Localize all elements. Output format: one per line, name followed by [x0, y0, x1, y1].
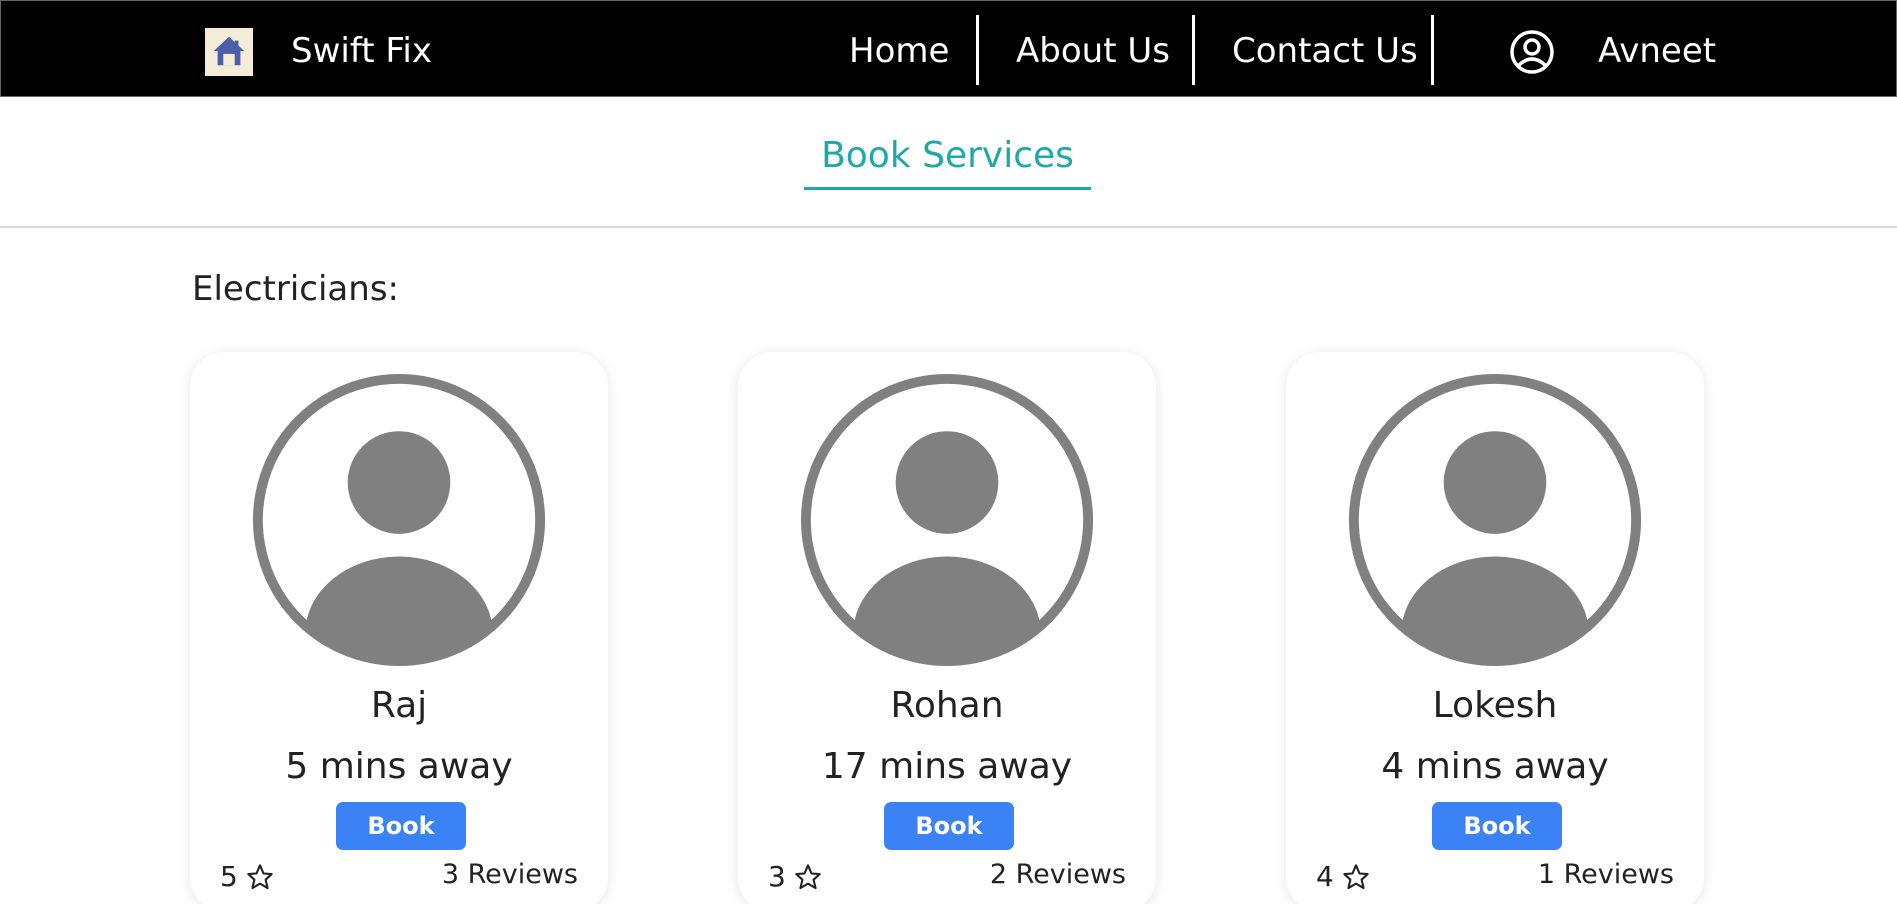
provider-card: Raj 5 mins away Book 5 3 Reviews — [190, 352, 608, 904]
provider-name: Lokesh — [1432, 685, 1558, 726]
provider-name: Rohan — [890, 685, 1004, 726]
house-logo-icon[interactable] — [205, 28, 253, 76]
provider-rating: 3 — [768, 859, 822, 895]
tab-book-services[interactable]: Book Services — [804, 134, 1091, 178]
rating-value: 5 — [220, 860, 238, 893]
section-divider — [0, 226, 1897, 228]
star-icon — [1343, 864, 1369, 890]
nav-link-contact-us[interactable]: Contact Us — [1232, 31, 1418, 71]
brand-name[interactable]: Swift Fix — [291, 31, 432, 71]
reviews-count[interactable]: 1 Reviews — [1538, 857, 1674, 893]
book-button[interactable]: Book — [884, 802, 1014, 850]
section-title: Electricians: — [192, 269, 399, 309]
provider-distance: 5 mins away — [285, 746, 513, 787]
nav-link-about-us[interactable]: About Us — [1016, 31, 1170, 71]
provider-name: Raj — [370, 685, 428, 726]
reviews-count[interactable]: 2 Reviews — [990, 857, 1126, 893]
star-icon — [247, 864, 273, 890]
provider-card: Rohan 17 mins away Book 3 2 Reviews — [738, 352, 1156, 904]
top-navbar: Swift Fix Home About Us Contact Us Avnee… — [0, 0, 1897, 97]
user-circle-icon[interactable] — [1509, 29, 1555, 75]
provider-distance: 17 mins away — [821, 746, 1073, 787]
avatar-placeholder-icon — [252, 373, 546, 667]
avatar-placeholder-icon — [1348, 373, 1642, 667]
star-icon — [795, 864, 821, 890]
provider-rating: 4 — [1316, 859, 1370, 895]
provider-distance: 4 mins away — [1381, 746, 1609, 787]
rating-value: 3 — [768, 860, 786, 893]
nav-link-home[interactable]: Home — [849, 31, 949, 71]
nav-separator — [1192, 15, 1195, 85]
reviews-count[interactable]: 3 Reviews — [442, 857, 578, 893]
rating-value: 4 — [1316, 860, 1334, 893]
tab-active-underline — [804, 187, 1091, 190]
nav-separator — [1431, 15, 1434, 85]
avatar-placeholder-icon — [800, 373, 1094, 667]
nav-separator — [976, 15, 979, 85]
user-name[interactable]: Avneet — [1598, 31, 1716, 71]
book-button[interactable]: Book — [336, 802, 466, 850]
provider-card: Lokesh 4 mins away Book 4 1 Reviews — [1286, 352, 1704, 904]
provider-rating: 5 — [220, 859, 274, 895]
book-button[interactable]: Book — [1432, 802, 1562, 850]
